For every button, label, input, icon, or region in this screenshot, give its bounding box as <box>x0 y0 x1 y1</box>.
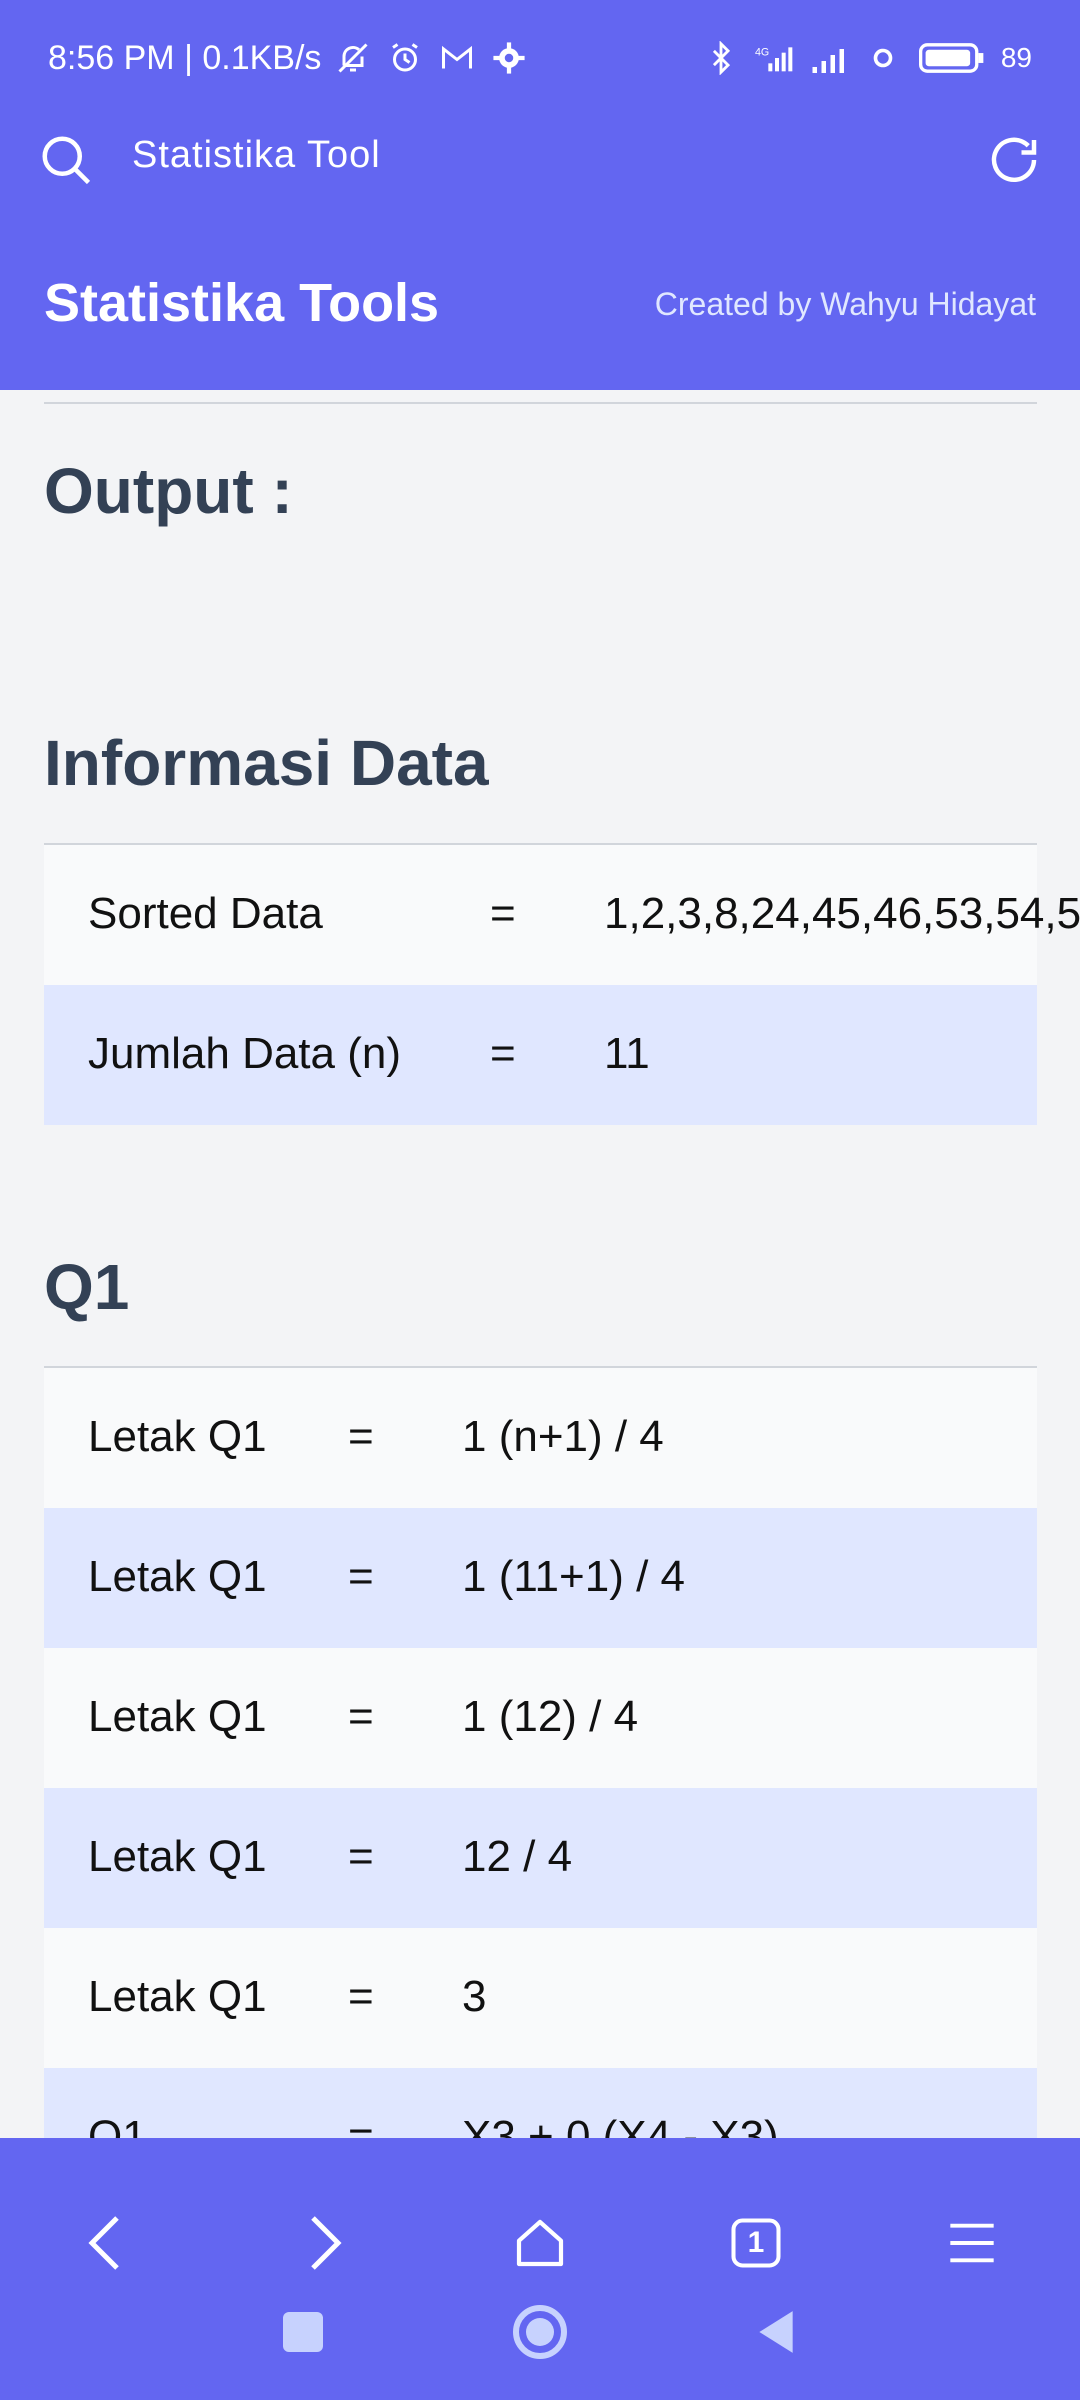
q1-row: Letak Q1 = 1 (12) / 4 <box>44 1648 1037 1788</box>
row-label: Jumlah Data (n) <box>88 1029 402 1078</box>
row-equals: = <box>348 1972 374 2021</box>
status-bar: 8:56 PM | 0.1KB/s 4G 89 <box>0 0 1080 120</box>
q1-row: Letak Q1 = 1 (n+1) / 4 <box>44 1368 1037 1508</box>
status-time: 8:56 PM | 0.1KB/s <box>48 38 322 77</box>
row-value: 1 (11+1) / 4 <box>462 1552 685 1601</box>
svg-text:4G: 4G <box>755 46 769 58</box>
row-value: X3 + 0 (X4 - X3) <box>462 2112 779 2138</box>
row-label: Q1 <box>88 2112 147 2138</box>
row-value: 1 (n+1) / 4 <box>462 1412 664 1461</box>
app-header: Statistika Tools Created by Wahyu Hidaya… <box>0 200 1080 390</box>
bottom-nav-bar: 1 <box>0 2138 1080 2400</box>
q1-row: Letak Q1 = 12 / 4 <box>44 1788 1037 1928</box>
signal-icon <box>809 38 849 78</box>
row-label: Sorted Data <box>88 889 323 938</box>
battery-icon <box>917 38 987 78</box>
tabs-icon[interactable]: 1 <box>716 2203 796 2283</box>
row-value: 3 <box>462 1972 487 2021</box>
browser-bar: Statistika Tool <box>0 120 1080 200</box>
row-label: Letak Q1 <box>88 1972 267 2021</box>
output-heading: Output : <box>44 455 293 527</box>
home-circle-icon[interactable] <box>500 2292 580 2372</box>
home-icon[interactable] <box>500 2203 580 2283</box>
row-label: Letak Q1 <box>88 1412 267 1461</box>
reload-icon[interactable] <box>984 130 1044 190</box>
row-equals: = <box>348 2112 374 2138</box>
row-equals: = <box>348 1552 374 1601</box>
q1-heading: Q1 <box>44 1251 130 1323</box>
back-triangle-icon[interactable] <box>736 2292 816 2372</box>
recents-icon[interactable] <box>263 2292 343 2372</box>
divider <box>44 402 1037 404</box>
hotspot-icon <box>863 38 903 78</box>
app-title: Statistika Tools <box>44 273 440 333</box>
alarm-icon <box>385 38 425 78</box>
status-left: 8:56 PM | 0.1KB/s <box>48 38 529 78</box>
back-icon[interactable] <box>67 2203 147 2283</box>
tab-count: 1 <box>747 2226 765 2259</box>
bell-off-icon <box>333 38 373 78</box>
row-value: 1 (12) / 4 <box>462 1692 639 1741</box>
row-label: Letak Q1 <box>88 1832 267 1881</box>
page-content: Output : Informasi Data Sorted Data = 1,… <box>0 390 1080 2138</box>
gmail-icon <box>437 38 477 78</box>
browser-page-title[interactable]: Statistika Tool <box>132 134 381 177</box>
menu-icon[interactable] <box>932 2203 1012 2283</box>
q1-row: Letak Q1 = 1 (11+1) / 4 <box>44 1508 1037 1648</box>
gear-icon <box>489 38 529 78</box>
row-equals: = <box>348 1692 374 1741</box>
row-equals: = <box>348 1832 374 1881</box>
info-heading: Informasi Data <box>44 727 489 799</box>
search-icon[interactable] <box>36 130 96 190</box>
app-credit: Created by Wahyu Hidayat <box>654 286 1036 322</box>
row-label: Letak Q1 <box>88 1692 267 1741</box>
q1-row: Letak Q1 = 3 <box>44 1928 1037 2068</box>
row-value: 12 / 4 <box>462 1832 573 1881</box>
bluetooth-icon <box>701 38 741 78</box>
row-equals: = <box>490 1029 516 1078</box>
row-value: 11 <box>604 1029 650 1078</box>
info-row-count: Jumlah Data (n) = 11 <box>44 985 1037 1125</box>
row-label: Letak Q1 <box>88 1552 267 1601</box>
battery-level: 89 <box>1000 42 1032 73</box>
signal-4g-icon: 4G <box>755 38 795 78</box>
row-value: 1,2,3,8,24,45,46,53,54,5 <box>604 889 1080 938</box>
info-row-sorted: Sorted Data = 1,2,3,8,24,45,46,53,54,5 <box>44 845 1080 985</box>
status-right: 4G 89 <box>701 38 1032 78</box>
row-equals: = <box>490 889 516 938</box>
q1-row: Q1 = X3 + 0 (X4 - X3) <box>44 2068 1037 2138</box>
row-equals: = <box>348 1412 374 1461</box>
forward-icon[interactable] <box>283 2203 363 2283</box>
